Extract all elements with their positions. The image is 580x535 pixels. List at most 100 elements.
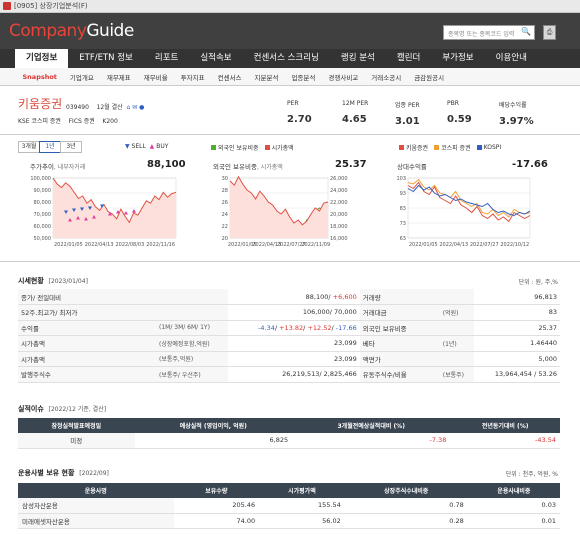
table-cell: 23,099 xyxy=(227,351,360,367)
chart1-legend: ▼ SELL ▲ BUY xyxy=(125,143,169,150)
sell-triangle-icon: ▼ xyxy=(125,143,130,150)
table-header: 잠정실적발표예정일 xyxy=(18,418,135,433)
subnav-item[interactable]: 금감원공시 xyxy=(408,72,451,82)
x-tick-label: 2022/04/13 xyxy=(439,242,468,248)
table-header: 보유수량 xyxy=(173,483,260,498)
nav-item[interactable]: ETF/ETN 정보 xyxy=(68,49,144,68)
holders-title: 운용사별 보유 현황 [2022/09] xyxy=(18,469,109,477)
table-cell: (1M/ 3M/ 6M/ 1Y) xyxy=(156,320,228,336)
table-cell: 26,219,513/ 2,825,466 xyxy=(227,366,360,383)
chart2-legend: 외국인 보유비중 시가총액 xyxy=(205,143,294,152)
table-cell xyxy=(439,320,475,336)
table-cell: 74.00 xyxy=(173,513,260,529)
tab-3m[interactable]: 3개월 xyxy=(18,141,40,153)
print-icon[interactable]: ⎙ xyxy=(543,25,556,40)
nav-item[interactable]: 실적속보 xyxy=(189,49,242,68)
y-tick-label: 83 xyxy=(400,206,406,212)
subnav-item[interactable]: 재무제표 xyxy=(100,72,137,82)
sub-nav: Snapshot 기업개요 재무제표 재무비율 투자지표 컨센서스 지분분석 업… xyxy=(0,68,580,86)
nav-item[interactable]: 이용안내 xyxy=(485,49,538,68)
table-row: 종가/ 전일대비 88,100/ +6,600 거래량 96,813 xyxy=(18,289,560,305)
table-row: 시가총액 (상장예정포함,억원) 23,099 베타 (1년) 1.46440 xyxy=(18,335,560,352)
table-cell: 시가총액 xyxy=(18,351,156,367)
nav-item[interactable]: 컨센서스 스크리닝 xyxy=(243,49,330,68)
table-row: 삼성자산운용 205.46 155.54 0.78 0.03 xyxy=(18,498,560,514)
table-row: 발행주식수 (보통주/ 우선주) 26,219,513/ 2,825,466 유동주식… xyxy=(18,366,560,383)
table-header: 운용사내비중 xyxy=(467,483,560,498)
legend-swatch xyxy=(264,145,270,150)
table-cell: 수익률 xyxy=(18,320,156,336)
chart3-title: 상대수익률 xyxy=(397,163,427,171)
y-tick-label: 30 xyxy=(222,176,228,182)
table-cell: 52주.최고가/ 최저가 xyxy=(18,304,156,321)
table-cell: 거래량 xyxy=(359,289,440,305)
subnav-item[interactable]: 거래소공시 xyxy=(365,72,408,82)
table-cell: 23,099 xyxy=(227,335,360,352)
y-right-tick-label: 22,000 xyxy=(330,200,348,206)
search-icon[interactable]: 🔍 xyxy=(521,27,531,36)
table-cell: 삼성자산운용 xyxy=(18,498,174,514)
tab-3y[interactable]: 3년 xyxy=(60,141,82,153)
table-cell: 205.46 xyxy=(173,498,260,514)
y-tick-label: 90,000 xyxy=(34,188,52,194)
tab-1y[interactable]: 1년 xyxy=(39,141,61,153)
table-cell: 유동주식수/비율 xyxy=(359,366,440,383)
subnav-item[interactable]: Snapshot xyxy=(16,73,63,81)
table-cell: 미정 xyxy=(18,433,135,449)
chart2-value: 25.37 xyxy=(335,159,367,170)
x-tick-label: 2022/08/03 xyxy=(115,242,144,248)
nav-item[interactable]: 기업정보 xyxy=(15,49,69,68)
table-cell: 외국인 보유비중 xyxy=(359,320,440,336)
subnav-item[interactable]: 재무비율 xyxy=(137,72,174,82)
header-bar: CompanyGuide 종목명 또는 종목코드 입력 🔍 ⎙ xyxy=(0,13,580,49)
location-icon[interactable]: ● xyxy=(139,104,144,111)
y-right-tick-label: 18,000 xyxy=(330,224,348,230)
table-row: 52주.최고가/ 최저가 106,000/ 70,000 거래대금 (억원) 83 xyxy=(18,304,560,321)
nav-item[interactable]: 리포트 xyxy=(144,49,189,68)
table-cell: 종가/ 전일대비 xyxy=(18,289,156,305)
company-classification: KSE 코스피 증권 FICS 증권 K200 xyxy=(18,118,118,125)
table-row: 미래에셋자산운용 74.00 56.02 0.28 0.01 xyxy=(18,513,560,529)
table-cell: 베타 xyxy=(359,335,440,352)
table-row: 수익률 (1M/ 3M/ 6M/ 1Y) -4.34/ +13.82/ +12.52… xyxy=(18,320,560,336)
subnav-item[interactable]: 경쟁사비교 xyxy=(322,72,365,82)
home-icon[interactable]: ⌂ xyxy=(126,104,130,111)
table-cell xyxy=(156,289,228,305)
x-tick-label: 2022/07/27 xyxy=(470,242,499,248)
subnav-item[interactable]: 업종분석 xyxy=(285,72,322,82)
market-status-title: 시세현황 [2023/01/04] xyxy=(18,277,88,285)
metric-12m-per: 12M PER 4.65 xyxy=(342,100,369,125)
company-guide-logo[interactable]: CompanyGuide xyxy=(9,21,134,41)
y-right-tick-label: 26,000 xyxy=(330,176,348,182)
table-cell: 발행주식수 xyxy=(18,366,156,383)
subnav-item[interactable]: 지분분석 xyxy=(248,72,285,82)
table-cell: (상장예정포함,억원) xyxy=(156,335,228,352)
holders-unit: 단위 : 천주, 억원, % xyxy=(505,471,558,478)
y-right-tick-label: 20,000 xyxy=(330,212,348,218)
table-cell: 시가총액 xyxy=(18,335,156,352)
table-cell: 106,000/ 70,000 xyxy=(227,304,360,321)
table-cell: 0.03 xyxy=(467,498,560,514)
table-cell: 0.01 xyxy=(467,513,560,529)
y-tick-label: 22 xyxy=(222,224,228,230)
legend-swatch xyxy=(399,145,404,150)
market-status-table: 종가/ 전일대비 88,100/ +6,600 거래량 96,813 52주.최고가/ … xyxy=(18,289,560,383)
x-tick-label: 2022/04/13 xyxy=(85,242,114,248)
x-tick-label: 2022/11/16 xyxy=(146,242,175,248)
table-cell: 25.37 xyxy=(474,320,560,336)
table-row: 시가총액 (보통주,억원) 23,099 액면가 5,000 xyxy=(18,351,560,367)
subnav-item[interactable]: 컨센서스 xyxy=(211,72,248,82)
table-cell xyxy=(439,351,475,367)
subnav-item[interactable]: 투자지표 xyxy=(174,72,211,82)
mail-icon[interactable]: ✉ xyxy=(132,104,137,111)
price-chart: 2022/01/05 2022/04/13 2022/08/03 2022/11/16… xyxy=(30,176,177,248)
nav-item[interactable]: 캘린더 xyxy=(386,49,431,68)
table-header: 상장주식수내비중 xyxy=(344,483,468,498)
nav-item[interactable]: 부가정보 xyxy=(431,49,484,68)
subnav-item[interactable]: 기업개요 xyxy=(63,72,100,82)
y-tick-label: 28 xyxy=(222,188,228,194)
nav-item[interactable]: 랭킹 분석 xyxy=(330,49,386,68)
metric-pbr: PBR 0.59 xyxy=(447,100,472,125)
chart1-value: 88,100 xyxy=(147,159,186,170)
x-tick-label: 2022/01/05 xyxy=(409,242,438,248)
